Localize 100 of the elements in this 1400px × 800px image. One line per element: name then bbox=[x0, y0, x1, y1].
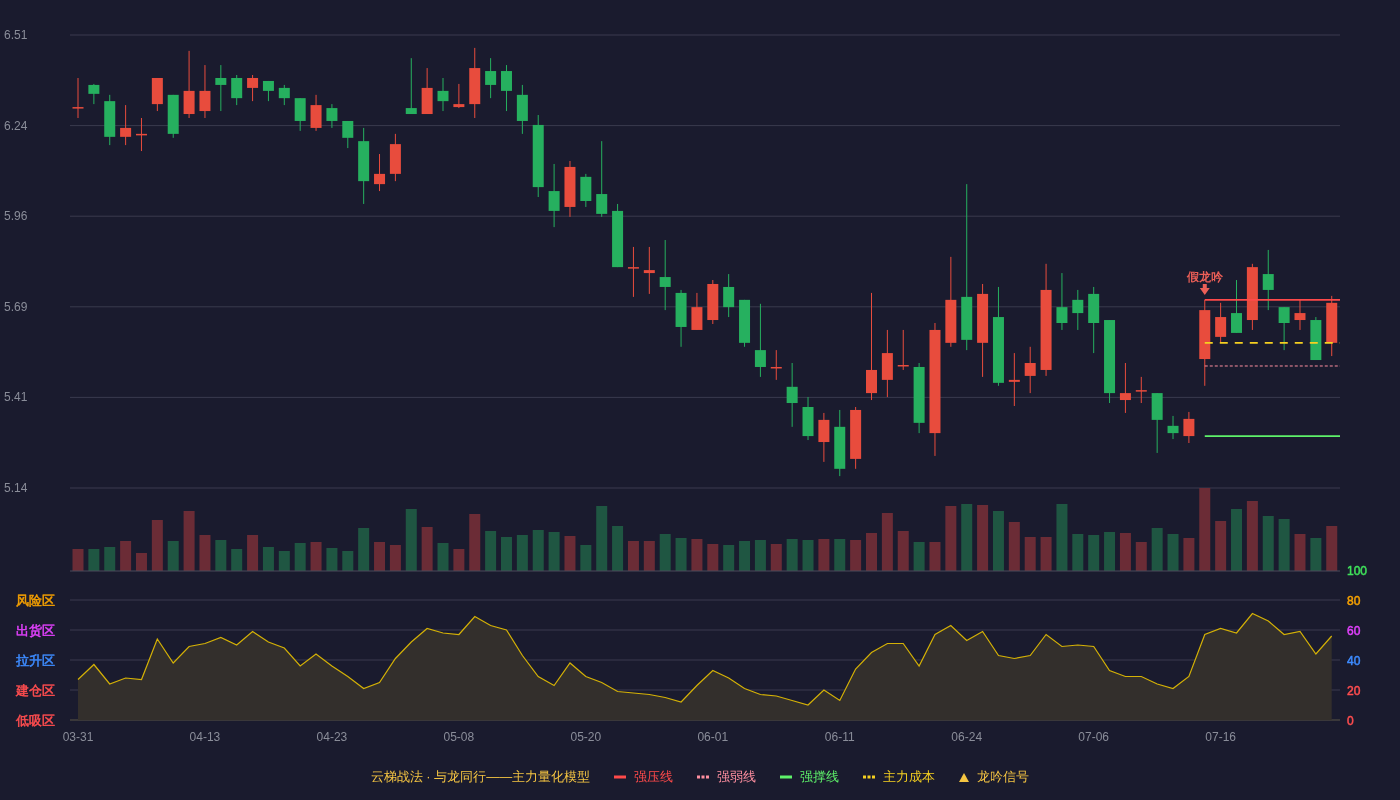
legend-label[interactable]: 主力成本 bbox=[883, 767, 936, 787]
candlestick bbox=[1072, 289, 1084, 331]
volume-bar bbox=[1167, 534, 1179, 571]
candlestick bbox=[183, 50, 195, 119]
axis-label: 04-13 bbox=[189, 730, 221, 744]
zone-label: 建仓区 bbox=[16, 683, 55, 698]
candlestick bbox=[215, 64, 227, 112]
volume-bar bbox=[1119, 533, 1131, 571]
legend-label[interactable]: 龙吟信号 bbox=[977, 767, 1030, 787]
volume-bar bbox=[453, 549, 465, 571]
volume-bar bbox=[1151, 528, 1163, 571]
volume-bar bbox=[992, 511, 1004, 571]
candlestick bbox=[120, 104, 132, 146]
candlestick bbox=[564, 160, 576, 218]
candlestick bbox=[1151, 392, 1163, 454]
legend-label[interactable]: 强撑线 bbox=[800, 767, 840, 787]
volume-bar bbox=[1056, 504, 1068, 571]
candlestick bbox=[167, 94, 179, 139]
axis-label: 5.14 bbox=[4, 481, 28, 495]
candlestick bbox=[485, 57, 497, 99]
axis-label: 5.41 bbox=[4, 390, 28, 405]
candlestick bbox=[136, 117, 147, 152]
volume-bar bbox=[151, 520, 163, 571]
candlestick bbox=[770, 349, 782, 381]
volume-bar bbox=[501, 537, 512, 571]
candlestick bbox=[1135, 376, 1147, 404]
volume-bar bbox=[754, 540, 766, 571]
candlestick bbox=[1246, 263, 1258, 331]
candlestick bbox=[104, 94, 116, 146]
volume-bar bbox=[1104, 532, 1116, 571]
candlestick bbox=[1008, 352, 1020, 407]
volume-bar bbox=[1088, 535, 1100, 571]
axis-label: 5.96 bbox=[4, 209, 28, 224]
candlestick bbox=[643, 246, 655, 295]
axis-label: 0 bbox=[1347, 714, 1354, 728]
candlestick bbox=[421, 67, 433, 115]
candlestick bbox=[786, 362, 798, 428]
candlestick bbox=[881, 329, 893, 398]
volume-bar bbox=[469, 514, 481, 571]
volume-bar bbox=[120, 541, 132, 571]
candlestick bbox=[294, 97, 306, 132]
candlestick bbox=[389, 133, 401, 182]
volume-bar bbox=[1278, 519, 1290, 571]
candlestick bbox=[627, 246, 639, 298]
candlestick bbox=[516, 84, 528, 135]
candlestick bbox=[1056, 272, 1068, 331]
volume-bar bbox=[786, 539, 798, 571]
volume-bar bbox=[1231, 509, 1242, 571]
volume-bar bbox=[596, 506, 608, 571]
candlestick bbox=[1294, 299, 1306, 331]
volume-bar bbox=[389, 545, 401, 571]
axis-label: 100 bbox=[1347, 564, 1368, 578]
volume-bar bbox=[326, 548, 338, 571]
axis-label: 6.51 bbox=[4, 28, 28, 42]
candlestick bbox=[1310, 316, 1322, 361]
volume-bar bbox=[1246, 501, 1258, 571]
volume-bar bbox=[421, 527, 433, 571]
volume-bar bbox=[342, 551, 354, 571]
axis-label: 5.69 bbox=[4, 299, 28, 314]
volume-bar bbox=[929, 542, 941, 571]
volume-bar bbox=[1294, 534, 1306, 571]
candlestick bbox=[262, 80, 274, 102]
axis-label: 40 bbox=[1347, 654, 1361, 668]
volume-bar bbox=[770, 544, 782, 571]
candlestick bbox=[453, 83, 465, 109]
candlestick bbox=[437, 77, 449, 112]
candlestick bbox=[1215, 302, 1227, 344]
candlestick bbox=[739, 299, 751, 348]
volume-bar bbox=[627, 541, 639, 571]
volume-bar bbox=[1024, 537, 1036, 571]
candlestick bbox=[342, 120, 354, 149]
volume-bar bbox=[881, 513, 893, 571]
candlestick bbox=[469, 47, 481, 119]
candlestick bbox=[72, 77, 84, 119]
legend-title: 云梯战法 · 与龙同行——主力量化模型 bbox=[370, 768, 591, 787]
candlestick bbox=[675, 289, 687, 348]
candlestick bbox=[1326, 295, 1338, 357]
axis-label: 6.24 bbox=[4, 118, 28, 133]
volume-bar bbox=[580, 545, 592, 571]
candlestick bbox=[1262, 249, 1274, 311]
candlestick bbox=[802, 396, 814, 441]
zone-label: 低吸区 bbox=[16, 713, 55, 728]
candlestick bbox=[247, 74, 259, 102]
candlestick bbox=[501, 64, 512, 112]
candlestick bbox=[310, 94, 322, 132]
axis-label: 07-06 bbox=[1078, 730, 1110, 744]
legend-label[interactable]: 强弱线 bbox=[717, 767, 757, 787]
volume-bar bbox=[437, 543, 449, 571]
candlestick bbox=[199, 64, 211, 119]
volume-bar bbox=[358, 528, 370, 571]
candlestick bbox=[1231, 279, 1242, 334]
volume-bar bbox=[612, 526, 624, 571]
volume-bar bbox=[1262, 516, 1274, 571]
volume-bar bbox=[183, 511, 195, 571]
signal-label: 假龙吟 bbox=[1186, 270, 1223, 284]
legend-label[interactable]: 强压线 bbox=[634, 767, 674, 787]
volume-bar bbox=[516, 535, 528, 571]
volume-bar bbox=[88, 549, 100, 571]
volume-bar bbox=[691, 539, 703, 571]
zone-label: 拉升区 bbox=[16, 653, 55, 668]
